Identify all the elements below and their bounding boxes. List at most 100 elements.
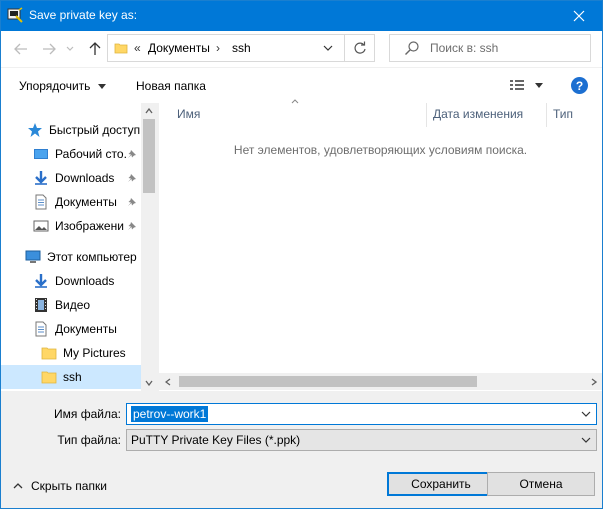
save-dialog: Save private key as: « Документы › ssh П… bbox=[0, 0, 603, 509]
chevron-down-icon bbox=[581, 411, 591, 417]
close-button[interactable] bbox=[556, 1, 602, 31]
sidebar-item-label: Видео bbox=[55, 298, 91, 312]
search-placeholder: Поиск в: ssh bbox=[430, 41, 499, 55]
column-header-date[interactable]: Дата изменения bbox=[427, 103, 547, 127]
sidebar-item-documents[interactable]: Документы bbox=[1, 317, 141, 341]
organize-label: Упорядочить bbox=[19, 79, 91, 93]
download-icon bbox=[35, 274, 47, 288]
filetype-select[interactable]: PuTTY Private Key Files (*.ppk) bbox=[126, 429, 597, 451]
file-list: Имя Дата изменения Тип Нет элементов, уд… bbox=[159, 99, 602, 391]
putty-icon bbox=[7, 7, 23, 23]
address-dropdown[interactable] bbox=[318, 38, 338, 58]
star-icon bbox=[28, 123, 42, 137]
sidebar-item-documents-pinned[interactable]: Документы bbox=[1, 190, 141, 214]
filetype-value: PuTTY Private Key Files (*.ppk) bbox=[131, 433, 301, 447]
computer-icon bbox=[25, 250, 41, 263]
file-list-scrollbar[interactable] bbox=[159, 373, 602, 390]
window-title: Save private key as: bbox=[29, 8, 138, 22]
pin-icon bbox=[128, 150, 136, 158]
navigation-pane: Быстрый доступ Рабочий сто. Downloads До… bbox=[1, 103, 157, 391]
sidebar-item-label: Изображени bbox=[55, 219, 124, 233]
scroll-up-button[interactable] bbox=[141, 103, 157, 119]
chevron-left-icon bbox=[164, 377, 170, 386]
chevron-down-icon bbox=[323, 45, 333, 51]
address-overflow[interactable]: « bbox=[134, 41, 141, 55]
chevron-down-icon bbox=[145, 380, 153, 386]
up-button[interactable] bbox=[85, 39, 105, 59]
help-icon: ? bbox=[575, 78, 584, 93]
scroll-down-button[interactable] bbox=[141, 375, 157, 391]
sidebar-item-pictures-pinned[interactable]: Изображени bbox=[1, 214, 141, 238]
pin-icon bbox=[128, 198, 136, 206]
sidebar-item-label: Рабочий сто. bbox=[55, 147, 127, 161]
sidebar-item-label: Downloads bbox=[55, 274, 115, 288]
sidebar-item-ssh[interactable]: ssh bbox=[1, 365, 141, 389]
sidebar-item-quick-access[interactable]: Быстрый доступ bbox=[1, 118, 141, 142]
breadcrumb-documents[interactable]: Документы bbox=[148, 41, 210, 55]
navigation-pane-scrollbar[interactable] bbox=[141, 103, 157, 391]
video-icon bbox=[35, 298, 47, 312]
title-bar: Save private key as: bbox=[1, 1, 602, 31]
new-folder-button[interactable]: Новая папка bbox=[136, 79, 206, 93]
sidebar-item-label: My Pictures bbox=[63, 346, 126, 360]
hide-folders-toggle[interactable]: Скрыть папки bbox=[13, 479, 107, 493]
address-bar[interactable]: « Документы › ssh bbox=[107, 34, 375, 62]
organize-menu[interactable]: Упорядочить bbox=[19, 79, 107, 93]
refresh-icon bbox=[353, 41, 366, 54]
recent-locations-button[interactable] bbox=[63, 39, 77, 59]
sidebar-item-label: Быстрый доступ bbox=[49, 123, 141, 137]
filetype-dropdown[interactable] bbox=[578, 432, 594, 448]
sidebar-item-my-pictures[interactable]: My Pictures bbox=[1, 341, 141, 365]
sidebar-item-downloads-pinned[interactable]: Downloads bbox=[1, 166, 141, 190]
filename-input[interactable]: petrov--work1 bbox=[131, 406, 209, 422]
refresh-button[interactable] bbox=[344, 35, 374, 61]
back-button[interactable] bbox=[11, 39, 31, 59]
filename-combobox[interactable]: petrov--work1 bbox=[126, 403, 597, 425]
column-header-type[interactable]: Тип bbox=[547, 103, 602, 127]
filename-dropdown[interactable] bbox=[578, 406, 594, 422]
details-view-icon bbox=[510, 80, 524, 90]
scroll-thumb[interactable] bbox=[179, 376, 477, 387]
arrow-right-icon bbox=[43, 43, 56, 55]
close-icon bbox=[573, 10, 585, 22]
caret-down-icon bbox=[98, 83, 107, 89]
search-icon bbox=[405, 41, 419, 55]
chevron-right-icon bbox=[591, 377, 597, 386]
pin-icon bbox=[128, 222, 136, 230]
sidebar-item-this-pc[interactable]: Этот компьютер bbox=[1, 245, 141, 269]
column-header-name[interactable]: Имя bbox=[159, 103, 427, 127]
caret-down-icon bbox=[535, 82, 543, 88]
folder-icon bbox=[114, 43, 128, 54]
sidebar-item-desktop[interactable]: Рабочий сто. bbox=[1, 142, 141, 166]
chevron-down-icon bbox=[66, 46, 74, 51]
scroll-left-button[interactable] bbox=[159, 373, 176, 390]
arrow-left-icon bbox=[14, 43, 27, 55]
hide-folders-label: Скрыть папки bbox=[31, 479, 107, 493]
scroll-thumb[interactable] bbox=[143, 119, 155, 193]
sidebar-item-downloads[interactable]: Downloads bbox=[1, 269, 141, 293]
forward-button[interactable] bbox=[39, 39, 59, 59]
cancel-button[interactable]: Отмена bbox=[487, 472, 595, 496]
view-options-button[interactable] bbox=[509, 78, 543, 92]
breadcrumb-separator[interactable]: › bbox=[216, 41, 220, 55]
search-box[interactable]: Поиск в: ssh bbox=[389, 34, 591, 62]
chevron-up-icon bbox=[13, 483, 23, 489]
sidebar-item-label: Downloads bbox=[55, 171, 115, 185]
sidebar-item-video[interactable]: Видео bbox=[1, 293, 141, 317]
image-icon bbox=[33, 220, 49, 232]
save-button[interactable]: Сохранить bbox=[387, 472, 495, 496]
chevron-up-icon bbox=[145, 108, 153, 114]
arrow-up-icon bbox=[89, 42, 101, 55]
desktop-icon bbox=[34, 149, 48, 159]
breadcrumb-ssh[interactable]: ssh bbox=[232, 41, 251, 55]
help-button[interactable]: ? bbox=[571, 77, 588, 94]
filetype-label: Тип файла: bbox=[57, 433, 121, 447]
scroll-right-button[interactable] bbox=[585, 373, 602, 390]
chevron-down-icon bbox=[581, 437, 591, 443]
navigation-bar: « Документы › ssh Поиск в: ssh bbox=[1, 31, 602, 67]
document-icon bbox=[35, 321, 47, 337]
document-icon bbox=[35, 194, 47, 210]
sidebar-item-label: Документы bbox=[55, 195, 117, 209]
download-icon bbox=[35, 171, 47, 185]
folder-icon bbox=[41, 347, 57, 360]
